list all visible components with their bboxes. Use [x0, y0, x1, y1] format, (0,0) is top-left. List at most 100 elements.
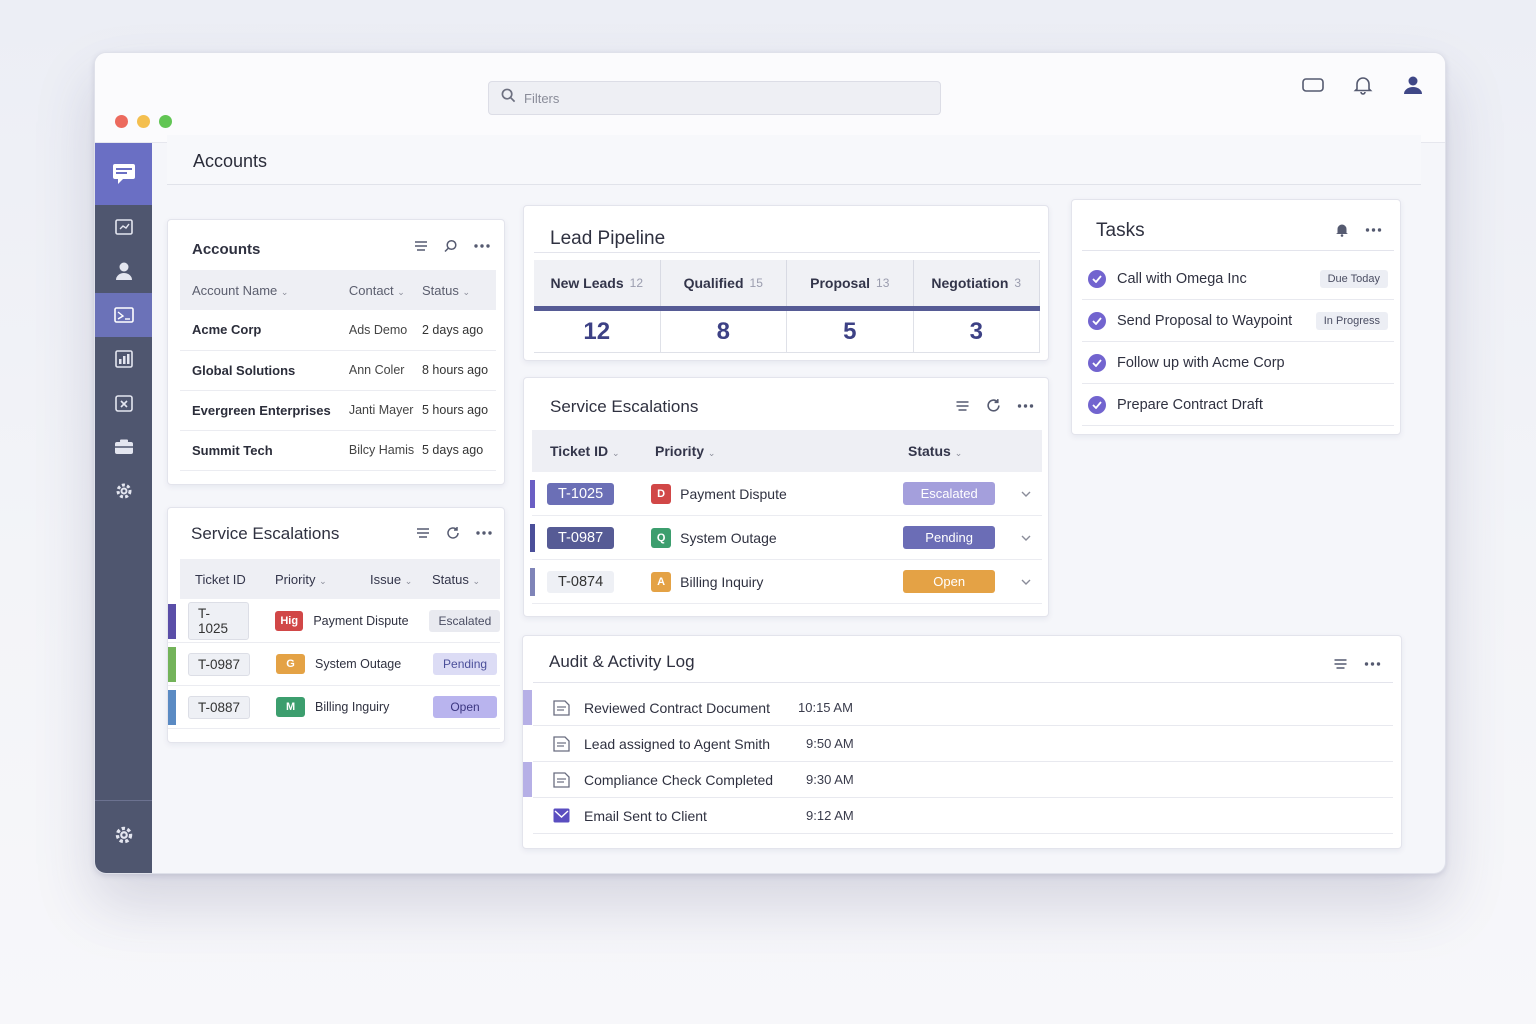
table-row[interactable]: T-0987 Q System Outage Pending — [530, 516, 1042, 560]
chevron-down-icon[interactable] — [1021, 535, 1031, 541]
list-menu-icon[interactable] — [955, 400, 970, 412]
table-row[interactable]: Global Solutions Ann Coler 8 hours ago — [180, 350, 496, 391]
search-input[interactable] — [524, 90, 904, 106]
sidebar-item-settings[interactable] — [95, 469, 152, 513]
table-row[interactable]: T-0887 M Billing Inguiry Open — [168, 686, 500, 729]
checkmark-icon[interactable] — [1088, 269, 1106, 288]
service-escalations-small-card: Service Escalations Ticket ID Priority ⌄… — [167, 507, 505, 743]
checkmark-icon[interactable] — [1088, 395, 1106, 414]
stage-count: 13 — [876, 276, 890, 290]
priority-badge: D — [651, 483, 672, 504]
status-badge[interactable]: Escalated — [903, 482, 996, 505]
status-badge[interactable]: Pending — [433, 653, 498, 675]
sidebar-item-dashboard[interactable] — [95, 205, 152, 249]
account-status: 5 days ago — [422, 430, 496, 471]
priority-badge: A — [651, 571, 672, 592]
ticket-id[interactable]: T-0987 — [188, 652, 251, 676]
main-content: Accounts Accounts Account Name ⌄ Contact… — [167, 135, 1421, 851]
log-entry[interactable]: Compliance Check Completed 9:30 AM — [523, 762, 1393, 798]
user-profile-icon[interactable] — [1401, 73, 1425, 97]
column-header-priority[interactable]: Priority ⌄ — [275, 572, 370, 587]
ticket-id[interactable]: T-1025 — [547, 482, 615, 505]
log-entry[interactable]: Email Sent to Client 9:12 AM — [533, 798, 1393, 834]
column-header-ticket-id[interactable]: Ticket ID — [195, 572, 275, 587]
list-menu-icon[interactable] — [416, 527, 430, 539]
table-row[interactable]: T-1025 D Payment Dispute Escalated — [530, 472, 1042, 516]
account-name[interactable]: Global Solutions — [180, 350, 349, 391]
chevron-down-icon[interactable] — [1021, 579, 1031, 585]
notification-bell-icon[interactable] — [1335, 222, 1349, 237]
sidebar-item-tickets[interactable] — [95, 381, 152, 425]
search-icon[interactable] — [444, 239, 458, 253]
account-name[interactable]: Evergreen Enterprises — [180, 390, 349, 431]
account-contact: Bilcy Hamis — [348, 430, 422, 471]
column-header-issue[interactable]: Issue ⌄ — [370, 572, 432, 587]
pipeline-stage[interactable]: New Leads 12 12 — [534, 260, 661, 353]
minimize-window-button[interactable] — [137, 115, 150, 128]
pipeline-stage[interactable]: Negotiation 3 3 — [913, 260, 1040, 353]
list-menu-icon[interactable] — [414, 240, 428, 252]
refresh-icon[interactable] — [986, 398, 1001, 413]
close-window-button[interactable] — [115, 115, 128, 128]
column-header-account-name[interactable]: Account Name ⌄ — [180, 270, 349, 310]
pipeline-stage[interactable]: Proposal 13 5 — [787, 260, 914, 353]
more-options-icon[interactable] — [476, 531, 492, 535]
status-badge[interactable]: Pending — [903, 526, 996, 549]
list-menu-icon[interactable] — [1333, 658, 1348, 670]
column-header-contact[interactable]: Contact ⌄ — [349, 270, 422, 310]
log-entry[interactable]: Reviewed Contract Document 10:15 AM — [523, 690, 1393, 726]
column-header-status[interactable]: Status ⌄ — [422, 270, 496, 310]
account-contact: Janti Mayer — [348, 390, 422, 431]
priority-badge: Q — [651, 527, 672, 548]
brand-logo-icon[interactable] — [95, 143, 152, 205]
status-badge[interactable]: Escalated — [428, 610, 500, 632]
ticket-id[interactable]: T-0874 — [547, 570, 615, 593]
task-item[interactable]: Call with Omega Inc Due Today — [1082, 258, 1394, 300]
table-row[interactable]: Evergreen Enterprises Janti Mayer 5 hour… — [180, 390, 496, 431]
sidebar-item-inbox[interactable] — [95, 293, 152, 337]
ticket-id[interactable]: T-1025 — [188, 602, 250, 640]
sidebar-item-contacts[interactable] — [95, 249, 152, 293]
ticket-id[interactable]: T-0987 — [547, 526, 615, 549]
table-row[interactable]: T-1025 Hig Payment Dispute Escalated — [168, 600, 500, 643]
column-header-priority[interactable]: Priority ⌄ — [655, 443, 908, 459]
row-accent-bar — [523, 762, 532, 797]
sidebar-item-billing[interactable] — [95, 425, 152, 469]
table-row[interactable]: T-0874 A Billing Inquiry Open — [530, 560, 1042, 604]
task-item[interactable]: Send Proposal to Waypoint In Progress — [1082, 300, 1394, 342]
account-name[interactable]: Summit Tech — [180, 430, 349, 471]
more-options-icon[interactable] — [1017, 403, 1034, 408]
checkmark-icon[interactable] — [1088, 311, 1106, 330]
column-header-ticket-id[interactable]: Ticket ID ⌄ — [550, 443, 655, 459]
task-item[interactable]: Prepare Contract Draft — [1082, 384, 1394, 426]
sidebar-item-reports[interactable] — [95, 337, 152, 381]
pipeline-stage[interactable]: Qualified 15 8 — [660, 260, 787, 353]
status-badge[interactable]: Open — [433, 696, 498, 718]
status-badge[interactable]: Open — [903, 570, 996, 593]
maximize-window-button[interactable] — [159, 115, 172, 128]
more-options-icon[interactable] — [474, 244, 490, 248]
chevron-down-icon[interactable] — [1021, 491, 1031, 497]
column-header-status[interactable]: Status ⌄ — [908, 443, 962, 459]
column-header-status[interactable]: Status ⌄ — [432, 572, 480, 587]
task-label: Send Proposal to Waypoint — [1117, 312, 1293, 329]
document-icon — [553, 771, 570, 788]
more-options-icon[interactable] — [1364, 662, 1381, 666]
refresh-icon[interactable] — [446, 526, 460, 540]
table-row[interactable]: Acme Corp Ads Demo 2 days ago — [180, 310, 496, 351]
checkmark-icon[interactable] — [1088, 353, 1106, 372]
table-row[interactable]: T-0987 G System Outage Pending — [168, 643, 500, 686]
table-row[interactable]: Summit Tech Bilcy Hamis 5 days ago — [180, 430, 496, 471]
tasks-title: Tasks — [1096, 220, 1145, 241]
notification-bell-icon[interactable] — [1351, 73, 1375, 97]
task-item[interactable]: Follow up with Acme Corp — [1082, 342, 1394, 384]
window-toggle-icon[interactable] — [1301, 73, 1325, 97]
more-options-icon[interactable] — [1365, 227, 1382, 232]
issue-text: System Outage — [315, 657, 402, 671]
account-name[interactable]: Acme Corp — [180, 310, 349, 351]
filter-search-box[interactable] — [488, 81, 941, 115]
row-accent-bar — [168, 604, 176, 639]
ticket-id[interactable]: T-0887 — [188, 695, 251, 719]
sidebar-item-preferences[interactable] — [95, 813, 152, 857]
log-entry[interactable]: Lead assigned to Agent Smith 9:50 AM — [533, 726, 1393, 762]
